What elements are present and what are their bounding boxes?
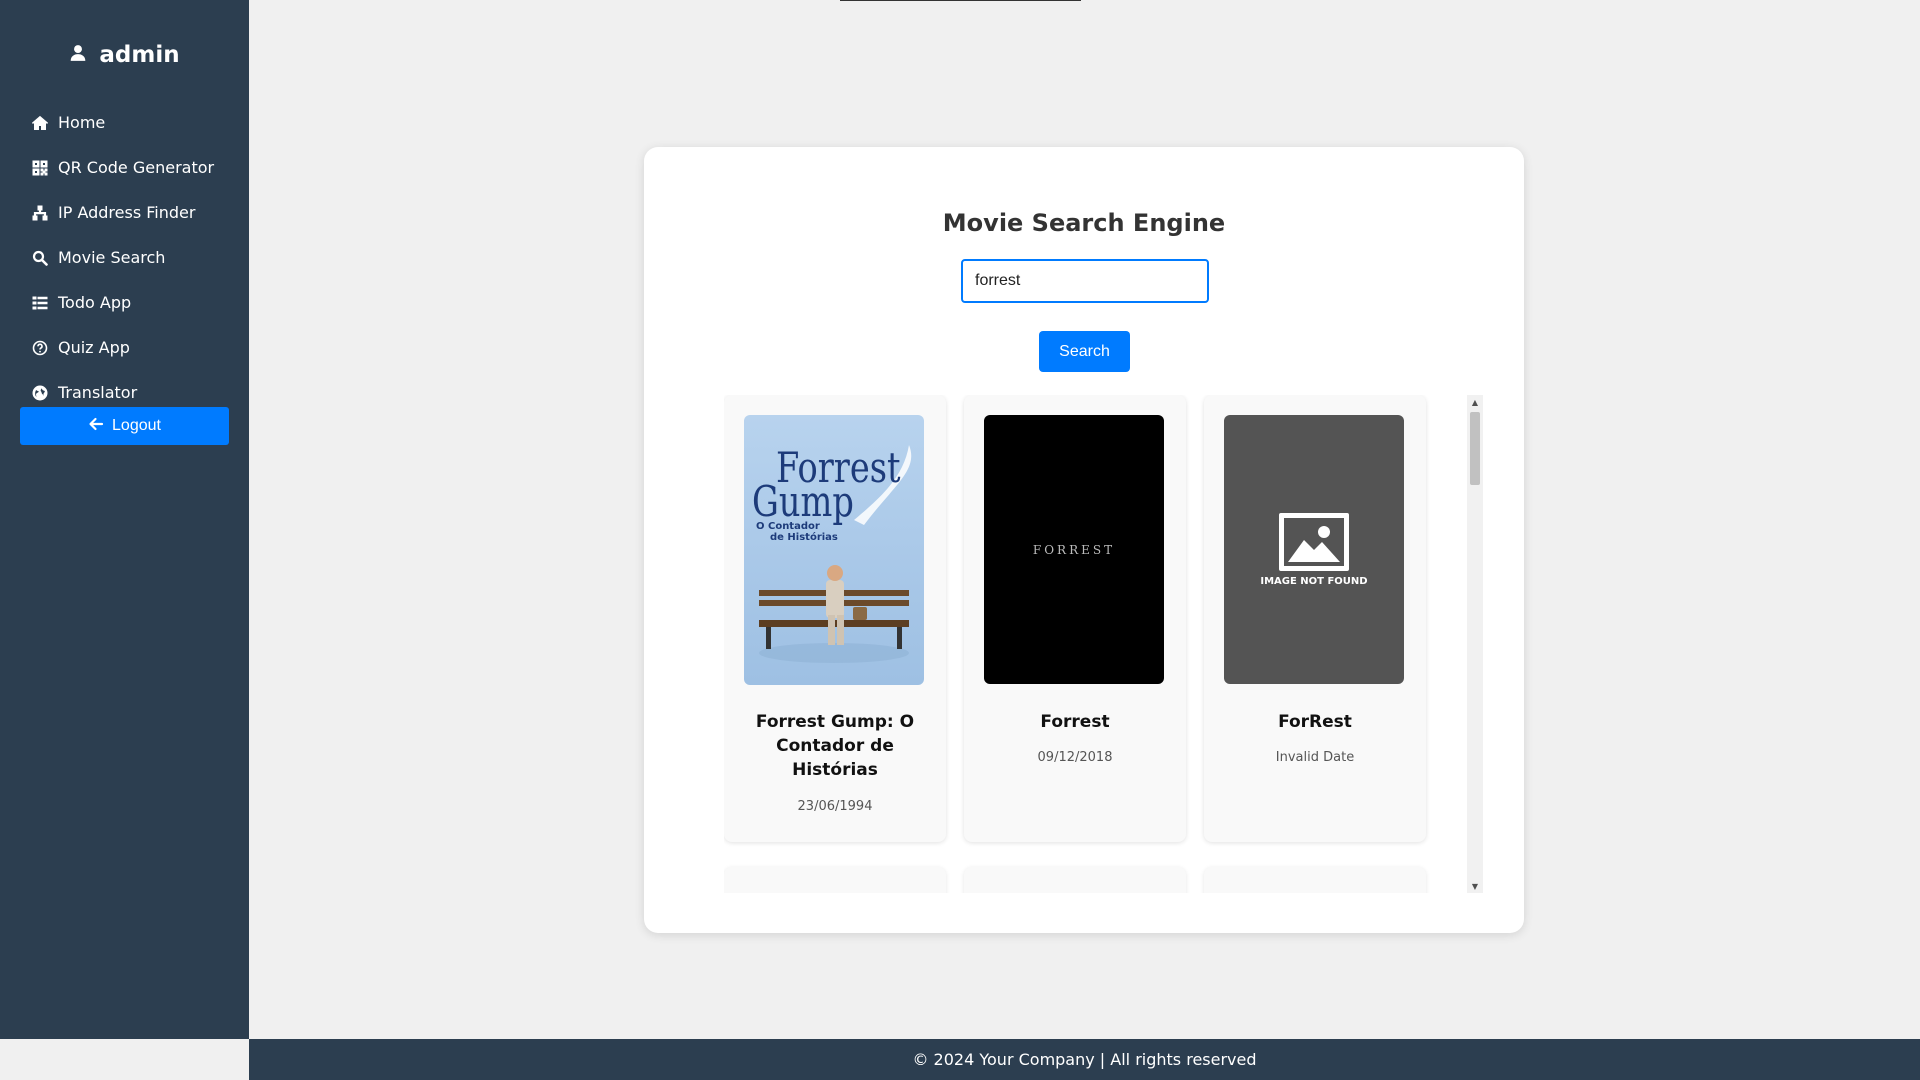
scroll-up-arrow[interactable]: ▲	[1467, 395, 1483, 409]
sidebar-nav: Home QR Code Generator IP Address Finder…	[0, 100, 249, 415]
poster-subtitle-line2: de Histórias	[770, 532, 838, 543]
movie-poster: FORREST	[984, 415, 1164, 684]
top-divider	[840, 0, 1081, 1]
page-title: Movie Search Engine	[942, 209, 1226, 237]
logout-button[interactable]: Logout	[20, 407, 229, 445]
results-scrollbar[interactable]: ▲ ▼	[1467, 395, 1483, 893]
sidebar-user: admin	[0, 42, 249, 68]
sidebar-item-quiz-app[interactable]: Quiz App	[0, 325, 249, 370]
search-icon	[32, 250, 48, 266]
sidebar-item-label: Movie Search	[58, 248, 166, 267]
footer: © 2024 Your Company | All rights reserve…	[249, 1039, 1920, 1080]
sidebar-item-label: IP Address Finder	[58, 203, 196, 222]
movie-poster: IMAGE NOT FOUND	[1224, 415, 1404, 684]
question-circle-icon	[32, 340, 48, 356]
movie-card[interactable]	[724, 867, 946, 893]
movie-card[interactable]	[1204, 867, 1426, 893]
home-icon	[32, 115, 48, 131]
movie-card[interactable]: Forrest Gump O Contador de Histórias For…	[724, 395, 946, 842]
sidebar-item-label: QR Code Generator	[58, 158, 215, 177]
sidebar-item-home[interactable]: Home	[0, 100, 249, 145]
username: admin	[99, 42, 180, 68]
sidebar-item-label: Quiz App	[58, 338, 130, 357]
search-input[interactable]	[961, 259, 1209, 303]
movie-title: ForRest	[1278, 712, 1352, 732]
sidebar: admin Home QR Code Generator IP Address …	[0, 0, 249, 1039]
sidebar-item-label: Todo App	[58, 293, 132, 312]
arrow-left-icon	[88, 416, 104, 437]
sidebar-item-todo-app[interactable]: Todo App	[0, 280, 249, 325]
scroll-thumb[interactable]	[1470, 412, 1480, 485]
movie-date: Invalid Date	[1275, 750, 1355, 765]
sidebar-item-ip-address-finder[interactable]: IP Address Finder	[0, 190, 249, 235]
sidebar-item-label: Translator	[58, 383, 138, 402]
movie-date: 09/12/2018	[1037, 750, 1113, 765]
footer-text: © 2024 Your Company | All rights reserve…	[912, 1050, 1257, 1069]
movie-card[interactable]: IMAGE NOT FOUND ForRest Invalid Date	[1204, 395, 1426, 842]
list-icon	[32, 295, 48, 311]
movie-card[interactable]	[964, 867, 1186, 893]
globe-icon	[32, 385, 48, 401]
scroll-down-arrow[interactable]: ▼	[1467, 879, 1483, 893]
network-icon	[32, 205, 48, 221]
movie-search-panel: Movie Search Engine Search	[644, 147, 1524, 933]
logout-label: Logout	[112, 417, 161, 434]
movie-title: Forrest Gump: O Contador de Histórias	[755, 712, 915, 780]
search-button[interactable]: Search	[1039, 331, 1130, 372]
sidebar-item-movie-search[interactable]: Movie Search	[0, 235, 249, 280]
results-list[interactable]: Forrest Gump O Contador de Histórias For…	[724, 395, 1446, 893]
poster-text: IMAGE NOT FOUND	[1260, 576, 1368, 587]
user-icon	[69, 42, 87, 68]
poster-text: FORREST	[1032, 542, 1116, 557]
movie-title: Forrest	[1040, 712, 1110, 732]
movie-poster: Forrest Gump O Contador de Histórias	[744, 415, 924, 685]
image-placeholder-icon	[1279, 513, 1349, 571]
qr-code-icon	[32, 160, 48, 176]
sidebar-item-label: Home	[58, 113, 106, 132]
poster-subtitle-line1: O Contador	[756, 521, 820, 532]
sidebar-item-qr-code-generator[interactable]: QR Code Generator	[0, 145, 249, 190]
movie-card[interactable]: FORREST Forrest 09/12/2018	[964, 395, 1186, 842]
movie-date: 23/06/1994	[797, 799, 873, 814]
